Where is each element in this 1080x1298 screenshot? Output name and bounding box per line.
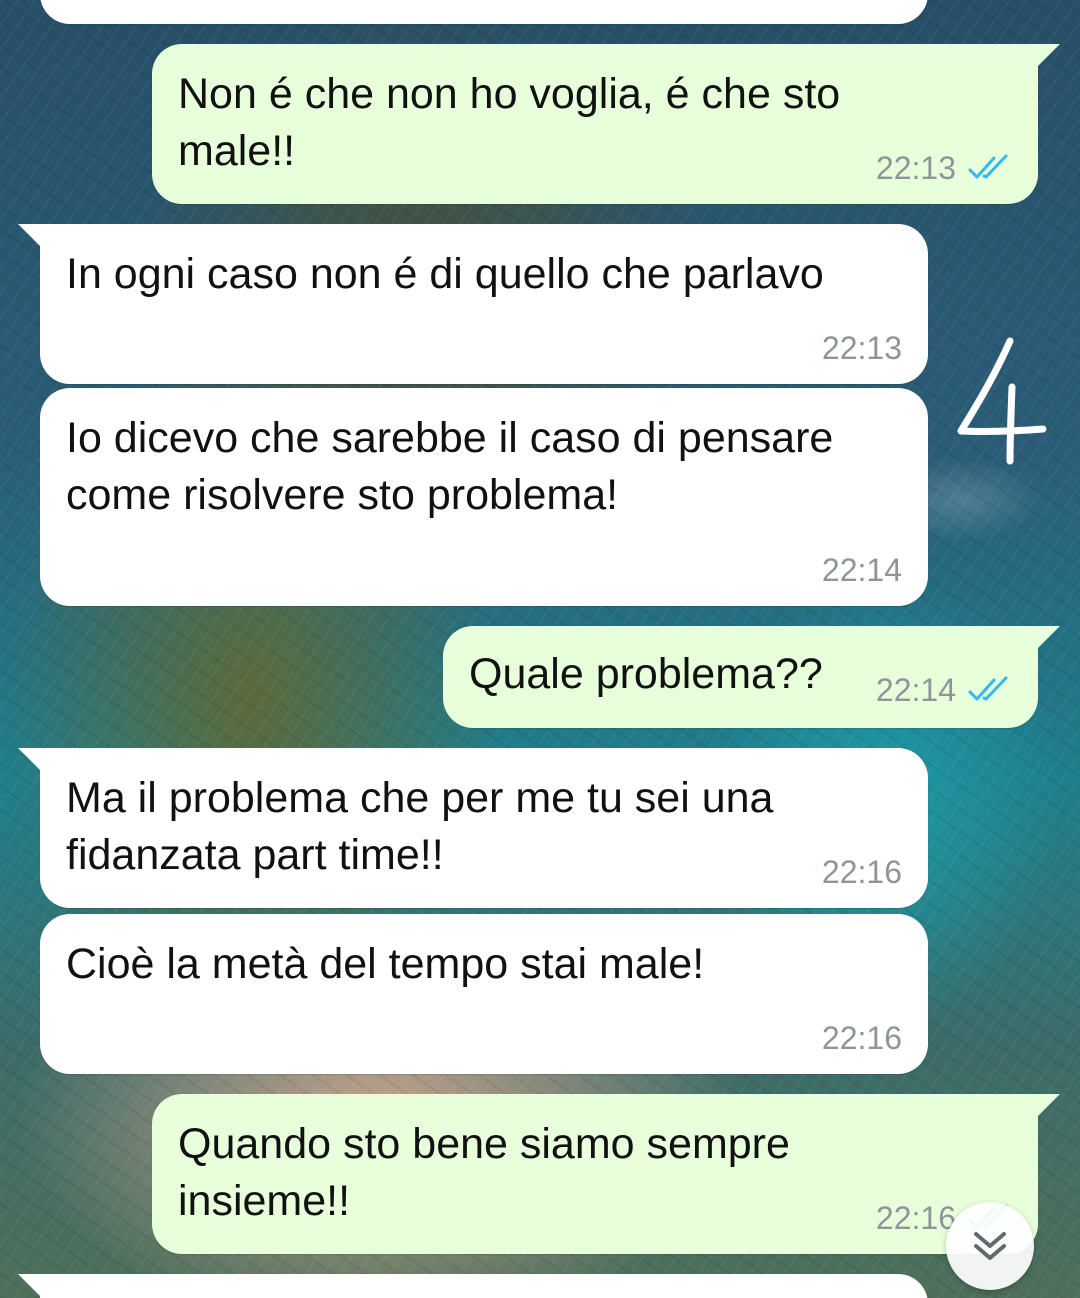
- message-bubble-incoming[interactable]: In ogni caso non é di quello che parlavo…: [18, 224, 928, 384]
- double-check-icon: [968, 154, 1008, 179]
- chat-background: Non é che non ho voglia, é che sto male!…: [0, 0, 1080, 1298]
- message-meta: 22:16: [822, 1020, 902, 1056]
- handwritten-annotation: [957, 337, 1047, 465]
- message-text: Ma il problema che per me tu sei una fid…: [66, 774, 786, 879]
- message-text: Quale problema??: [469, 650, 823, 698]
- message-bubble-outgoing[interactable]: Quando sto bene siamo sempre insieme!! 2…: [152, 1094, 1060, 1254]
- scroll-to-bottom-button[interactable]: [946, 1202, 1034, 1290]
- message-time: 22:14: [875, 672, 956, 708]
- message-time: 22:16: [875, 1200, 956, 1236]
- message-bubble-outgoing[interactable]: Non é che non ho voglia, é che sto male!…: [152, 44, 1060, 204]
- message-meta: 22:14: [876, 672, 1012, 708]
- message-time: 22:13: [821, 330, 902, 366]
- message-time: 22:16: [821, 1020, 902, 1056]
- message-bubble-incoming[interactable]: Ma il problema che per me tu sei una fid…: [18, 748, 928, 908]
- message-time: 22:14: [821, 552, 902, 588]
- message-bubble-incoming[interactable]: Io dicevo che sarebbe il caso di pensare…: [40, 388, 928, 606]
- double-chevron-down-icon: [974, 1232, 1006, 1260]
- message-text: Io dicevo che sarebbe il caso di pensare…: [66, 414, 846, 519]
- message-bubble-incoming[interactable]: [40, 0, 928, 24]
- message-time: 22:13: [875, 150, 956, 186]
- message-text: Non é che non ho voglia, é che sto male!…: [178, 70, 853, 175]
- message-bubble-incoming[interactable]: [18, 1274, 928, 1298]
- message-bubble-outgoing[interactable]: Quale problema?? 22:14: [443, 626, 1060, 728]
- message-meta: 22:13: [822, 330, 902, 366]
- double-check-icon: [968, 676, 1008, 701]
- message-text: Quando sto bene siamo sempre insieme!!: [178, 1120, 802, 1225]
- message-time: 22:16: [821, 854, 902, 890]
- message-meta: 22:16: [822, 854, 902, 890]
- message-meta: 22:13: [876, 150, 1012, 186]
- message-meta: 22:14: [822, 552, 902, 588]
- message-text: In ogni caso non é di quello che parlavo: [66, 250, 824, 298]
- message-text: Cioè la metà del tempo stai male!: [66, 940, 705, 988]
- message-bubble-incoming[interactable]: Cioè la metà del tempo stai male! 22:16: [40, 914, 928, 1074]
